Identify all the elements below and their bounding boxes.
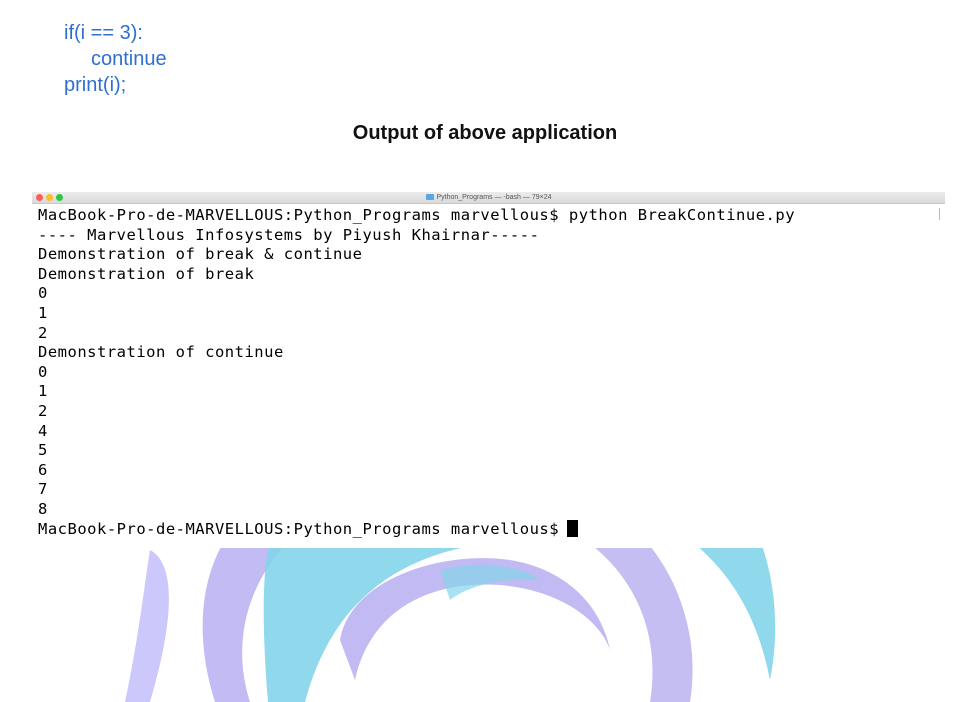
terminal-title: Python_Programs — -bash — 79×24 <box>32 192 945 203</box>
watermark-swirl-logo <box>125 540 776 702</box>
terminal-prompt-line[interactable]: MacBook-Pro-de-MARVELLOUS:Python_Program… <box>38 519 938 540</box>
terminal-line: Demonstration of break & continue <box>38 245 363 264</box>
code-line: if(i == 3): <box>64 22 143 44</box>
terminal-line: 7 <box>38 480 48 499</box>
terminal-line: 0 <box>38 362 48 381</box>
code-line: continue <box>91 48 167 70</box>
terminal-line: 0 <box>38 284 48 303</box>
scrollbar-indicator[interactable] <box>939 208 940 220</box>
terminal-prompt: MacBook-Pro-de-MARVELLOUS:Python_Program… <box>38 519 560 538</box>
terminal-line: 6 <box>38 460 48 479</box>
terminal-title-text: Python_Programs — -bash — 79×24 <box>436 194 552 201</box>
watermark-swirl-right <box>585 540 693 702</box>
terminal-window[interactable]: Python_Programs — -bash — 79×24 MacBook-… <box>32 192 945 548</box>
terminal-line: Demonstration of continue <box>38 343 284 362</box>
folder-icon <box>425 194 434 201</box>
terminal-line: MacBook-Pro-de-MARVELLOUS:Python_Program… <box>38 206 796 224</box>
terminal-cursor <box>567 519 579 537</box>
terminal-titlebar[interactable]: Python_Programs — -bash — 79×24 <box>32 192 945 204</box>
terminal-line: 4 <box>38 421 48 440</box>
terminal-line: 1 <box>38 303 48 322</box>
section-heading: Output of above application <box>352 122 618 144</box>
terminal-line: 2 <box>38 401 48 420</box>
terminal-output[interactable]: MacBook-Pro-de-MARVELLOUS:Python_Program… <box>38 206 938 539</box>
terminal-line: 5 <box>38 441 48 460</box>
terminal-line: ---- Marvellous Infosystems by Piyush Kh… <box>38 225 540 244</box>
code-line: print(i); <box>64 74 127 96</box>
terminal-line: 8 <box>38 499 48 518</box>
terminal-line: 2 <box>38 323 48 342</box>
terminal-line: 1 <box>38 382 48 401</box>
watermark-swirl-left <box>125 550 169 702</box>
watermark-swirl-cyan-right <box>690 540 776 680</box>
code-snippet: if(i == 3): continue print(i); <box>64 20 167 98</box>
terminal-line: Demonstration of break <box>38 264 255 283</box>
